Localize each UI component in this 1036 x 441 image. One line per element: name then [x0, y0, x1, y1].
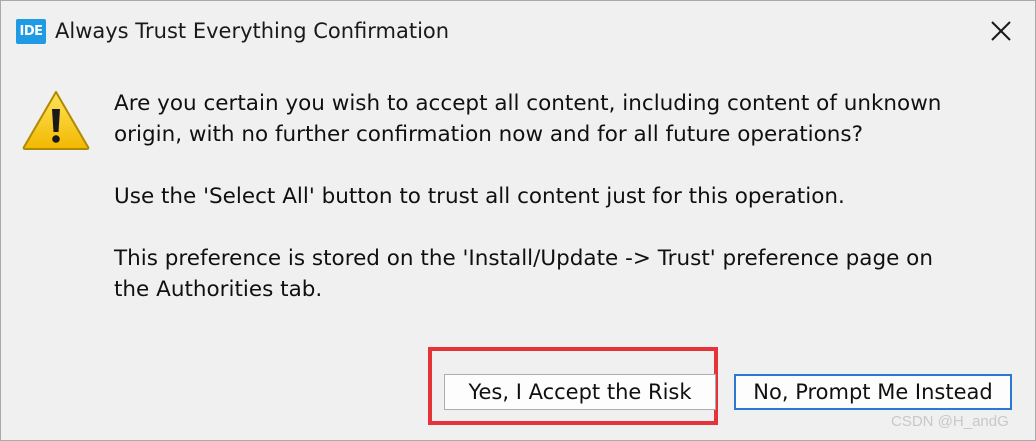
- message-paragraph-3: This preference is stored on the 'Instal…: [114, 243, 933, 305]
- ide-logo-icon: IDE: [16, 19, 46, 44]
- message-paragraph-2: Use the 'Select All' button to trust all…: [114, 181, 845, 212]
- close-button[interactable]: [983, 13, 1019, 49]
- close-icon: [991, 21, 1011, 41]
- watermark: CSDN @H_andG: [891, 413, 1009, 430]
- accept-risk-button[interactable]: Yes, I Accept the Risk: [444, 374, 716, 410]
- warning-icon: [21, 89, 91, 151]
- message-line: Use the 'Select All' button to trust all…: [114, 184, 845, 209]
- title-bar: IDE Always Trust Everything Confirmation: [1, 1, 1035, 63]
- confirmation-dialog: IDE Always Trust Everything Confirmation…: [0, 0, 1036, 441]
- message-line: the Authorities tab.: [114, 277, 323, 302]
- prompt-me-button[interactable]: No, Prompt Me Instead: [734, 374, 1012, 410]
- message-line: origin, with no further confirmation now…: [114, 122, 864, 147]
- message-line: This preference is stored on the 'Instal…: [114, 246, 933, 271]
- message-line: Are you certain you wish to accept all c…: [114, 91, 942, 116]
- message-paragraph-1: Are you certain you wish to accept all c…: [114, 88, 941, 150]
- window-title: Always Trust Everything Confirmation: [55, 19, 450, 43]
